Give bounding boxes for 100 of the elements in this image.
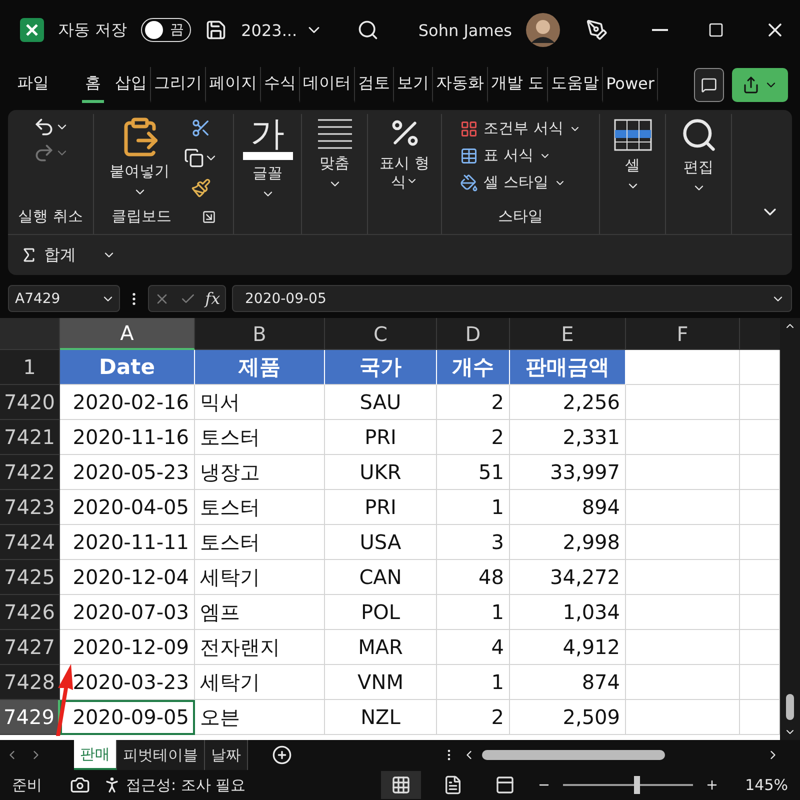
column-header[interactable]: D	[437, 318, 510, 350]
row-header[interactable]: 7429	[0, 700, 60, 735]
menu-tab[interactable]: 개발 도	[488, 67, 548, 103]
table-cell[interactable]: MAR	[325, 630, 437, 665]
menu-tab[interactable]: 삽입	[112, 67, 151, 103]
row-header[interactable]: 7422	[0, 455, 60, 490]
table-cell[interactable]: 오븐	[195, 700, 325, 735]
dialog-launcher-button[interactable]	[202, 210, 216, 224]
sheet-tab[interactable]: 피벗테이블	[117, 740, 205, 770]
accessibility-button[interactable]: 접근성: 조사 필요	[102, 775, 246, 795]
table-cell[interactable]: 2	[437, 385, 510, 420]
sheet-tab[interactable]: 판매	[74, 740, 117, 770]
style-menu-item[interactable]: 조건부 서식	[460, 116, 582, 141]
avatar-icon[interactable]	[526, 13, 560, 47]
table-cell[interactable]: 4	[437, 630, 510, 665]
table-cell[interactable]: POL	[325, 595, 437, 630]
row-header[interactable]: 7428	[0, 665, 60, 700]
search-button[interactable]	[357, 19, 380, 41]
menu-tab[interactable]: 데이터	[300, 67, 355, 103]
style-menu-item[interactable]: 셀 스타일	[460, 170, 566, 195]
table-cell[interactable]: 2	[437, 700, 510, 735]
row-header[interactable]: 1	[0, 350, 60, 385]
table-cell[interactable]: 전자랜지	[195, 630, 325, 665]
table-cell[interactable]: 믹서	[195, 385, 325, 420]
row-header[interactable]: 7425	[0, 560, 60, 595]
table-cell[interactable]: 냉장고	[195, 455, 325, 490]
table-cell[interactable]: 2020-11-16	[60, 420, 195, 455]
column-header[interactable]: A	[60, 318, 195, 350]
table-cell[interactable]: 2020-12-09	[60, 630, 195, 665]
table-cell[interactable]: 엠프	[195, 595, 325, 630]
table-cell[interactable]: VNM	[325, 665, 437, 700]
menu-tab[interactable]: 수식	[261, 67, 300, 103]
autosave-toggle[interactable]: 끔	[141, 18, 192, 42]
table-cell[interactable]: 토스터	[195, 525, 325, 560]
table-cell[interactable]: 48	[437, 560, 510, 595]
name-box[interactable]: A7429	[8, 285, 120, 312]
scroll-thumb[interactable]	[786, 694, 794, 720]
table-cell[interactable]: PRI	[325, 420, 437, 455]
column-header[interactable]: C	[325, 318, 437, 350]
table-cell[interactable]: NZL	[325, 700, 437, 735]
format-painter-button[interactable]	[190, 178, 210, 198]
share-button[interactable]	[732, 68, 788, 102]
file-name-button[interactable]: 2023...	[241, 20, 324, 40]
style-menu-item[interactable]: 표 서식	[460, 143, 552, 168]
row-header[interactable]: 7421	[0, 420, 60, 455]
sum-button[interactable]: 합계	[20, 244, 76, 266]
table-cell[interactable]: PRI	[325, 490, 437, 525]
table-cell[interactable]: CAN	[325, 560, 437, 595]
normal-view-button[interactable]	[381, 771, 422, 799]
zoom-thumb[interactable]	[634, 776, 640, 794]
insert-function-button[interactable]: fx	[205, 289, 220, 308]
maximize-button[interactable]	[708, 22, 724, 38]
pen-button[interactable]	[586, 19, 608, 41]
table-cell[interactable]: 2	[437, 420, 510, 455]
column-header[interactable]: E	[510, 318, 626, 350]
menu-tab[interactable]: 자동화	[433, 67, 488, 103]
table-cell[interactable]: 1	[437, 490, 510, 525]
menu-tab[interactable]: 도움말	[548, 67, 604, 103]
table-cell[interactable]: 3	[437, 525, 510, 560]
cut-button[interactable]	[190, 118, 210, 138]
number-format-button[interactable]: 표시 형식	[374, 116, 436, 192]
vertical-scrollbar[interactable]	[780, 318, 800, 740]
undo-button[interactable]	[32, 116, 68, 138]
save-button[interactable]	[205, 19, 228, 41]
row-header[interactable]: 7420	[0, 385, 60, 420]
menu-tab[interactable]: 보기	[394, 67, 433, 103]
row-header[interactable]: 7427	[0, 630, 60, 665]
table-cell[interactable]: 세탁기	[195, 665, 325, 700]
table-cell[interactable]: 51	[437, 455, 510, 490]
table-cell[interactable]: USA	[325, 525, 437, 560]
table-cell[interactable]: 토스터	[195, 420, 325, 455]
table-cell[interactable]: 1	[437, 665, 510, 700]
table-cell[interactable]: 토스터	[195, 490, 325, 525]
menu-tab[interactable]: 페이지	[206, 67, 261, 103]
menu-tab[interactable]: 검토	[355, 67, 394, 103]
row-header[interactable]: 7424	[0, 525, 60, 560]
table-cell[interactable]: SAU	[325, 385, 437, 420]
menu-tab[interactable]: 그리기	[151, 67, 206, 103]
row-header[interactable]: 7423	[0, 490, 60, 525]
table-cell[interactable]: 2020-11-11	[60, 525, 195, 560]
table-cell[interactable]: 2020-07-03	[60, 595, 195, 630]
table-cell[interactable]: 1	[437, 595, 510, 630]
table-cell[interactable]: UKR	[325, 455, 437, 490]
table-cell[interactable]: 2020-09-05	[60, 700, 195, 735]
alignment-button[interactable]: 맞춤	[316, 116, 354, 191]
table-cell[interactable]: 2020-12-04	[60, 560, 195, 595]
menu-tab[interactable]: 파일	[14, 67, 52, 103]
table-cell[interactable]: 2020-02-16	[60, 385, 195, 420]
camera-icon[interactable]	[70, 775, 90, 795]
cells-button[interactable]: 셀	[612, 116, 652, 193]
comment-button[interactable]	[694, 68, 724, 102]
table-cell[interactable]: 2020-04-05	[60, 490, 195, 525]
sheet-tab[interactable]: 날짜	[205, 740, 248, 770]
copy-button[interactable]	[184, 148, 218, 168]
scroll-thumb[interactable]	[482, 750, 666, 760]
paste-button[interactable]: 붙여넣기	[110, 116, 170, 199]
table-cell[interactable]: 세탁기	[195, 560, 325, 595]
font-button[interactable]: 가 글꼴	[242, 116, 292, 201]
formula-field[interactable]: 2020-09-05	[232, 285, 792, 312]
column-header[interactable]: F	[626, 318, 740, 350]
